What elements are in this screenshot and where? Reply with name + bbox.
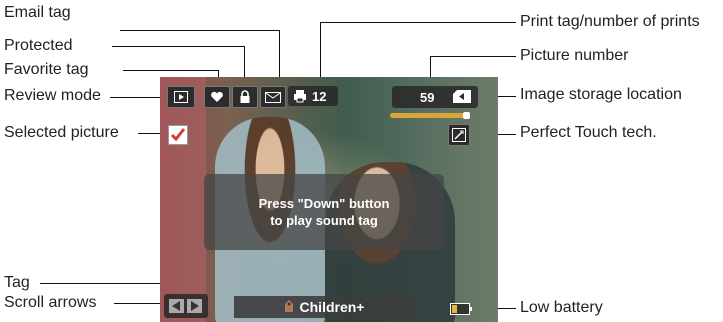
leader-picture-number — [430, 56, 516, 57]
scroll-right-icon[interactable] — [187, 299, 202, 318]
progress-bar — [390, 112, 470, 119]
progress-knob — [463, 112, 470, 119]
print-count: 12 — [312, 89, 327, 104]
perfect-touch-icon — [448, 124, 470, 146]
leader-scroll — [114, 303, 164, 304]
battery-icon — [450, 303, 472, 315]
tag-icon — [284, 299, 294, 316]
print-panel: 12 — [288, 86, 338, 106]
scroll-left-icon[interactable] — [169, 299, 184, 318]
selection-strip — [160, 77, 206, 322]
sound-tag-message: Press "Down" button to play sound tag — [204, 174, 444, 250]
leader-protected — [112, 46, 245, 47]
picture-number-panel: 59 — [392, 86, 478, 108]
label-protected: Protected — [4, 37, 73, 54]
lock-icon — [232, 86, 258, 108]
label-low-battery: Low battery — [520, 299, 603, 316]
heart-icon — [204, 86, 230, 108]
battery-level — [452, 305, 457, 313]
checkbox-icon — [168, 125, 188, 145]
label-print-tag: Print tag/number of prints — [520, 13, 700, 30]
label-perfect-touch: Perfect Touch tech. — [520, 124, 657, 141]
printer-icon — [293, 89, 307, 108]
play-icon — [167, 86, 195, 108]
memory-card-icon — [452, 89, 472, 109]
envelope-icon — [260, 86, 286, 108]
arrow-icons[interactable] — [164, 294, 208, 318]
label-review-mode: Review mode — [4, 87, 101, 104]
label-selected-picture: Selected picture — [4, 124, 119, 141]
label-image-storage: Image storage location — [520, 86, 682, 103]
message-line-2: to play sound tag — [270, 213, 378, 228]
leader-email — [120, 30, 280, 31]
label-favorite-tag: Favorite tag — [4, 61, 89, 78]
camera-screen: 12 59 Press "Down" button to play sound … — [160, 77, 498, 322]
leader-print — [320, 22, 516, 23]
label-picture-number: Picture number — [520, 47, 629, 64]
tag-bar: Children+ — [234, 296, 414, 318]
picture-number: 59 — [420, 90, 435, 105]
tag-label: Children+ — [299, 299, 365, 315]
battery-tip — [470, 307, 472, 311]
leader-print-drop — [320, 22, 321, 85]
label-tag: Tag — [4, 274, 30, 291]
message-line-1: Press "Down" button — [258, 196, 390, 211]
label-scroll-arrows: Scroll arrows — [4, 294, 97, 311]
leader-favorite — [123, 70, 219, 71]
label-email-tag: Email tag — [4, 4, 71, 21]
